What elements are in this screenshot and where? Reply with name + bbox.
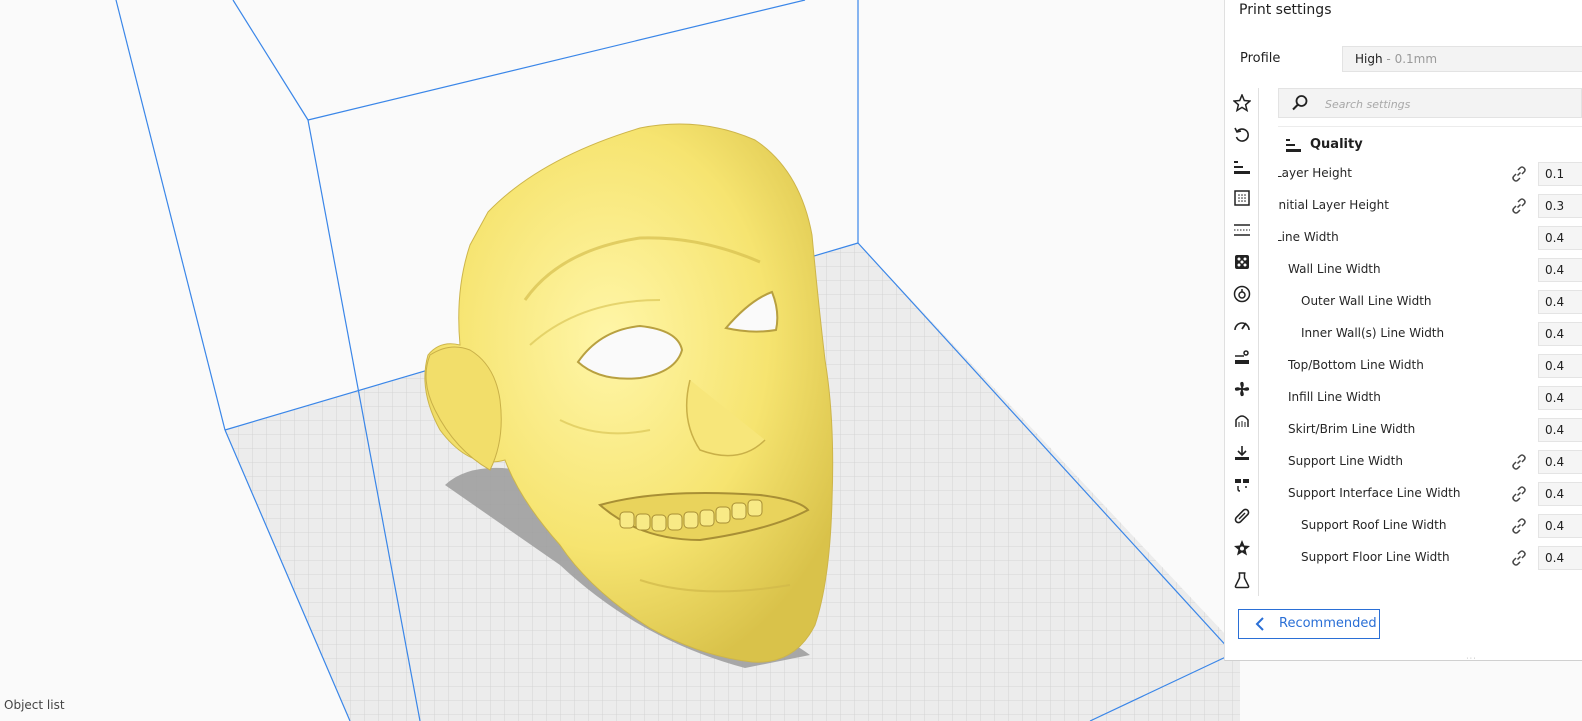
setting-label: Infill Line Width [1288,390,1381,404]
category-button-special-modes[interactable] [1226,534,1257,562]
setting-value-field[interactable]: 0.4 [1538,322,1582,346]
profile-value: High [1355,52,1383,66]
category-button-infill[interactable] [1226,248,1257,276]
setting-row[interactable]: Inner Wall(s) Line Width 0.4 [1278,319,1582,349]
star-icon [1232,94,1251,112]
quality-icon [1233,160,1250,174]
settings-list[interactable]: Quality Layer Height 0.1 Initial Layer Hei… [1278,126,1582,597]
search-icon [1292,95,1308,111]
walls-icon [1233,190,1250,207]
link-icon[interactable] [1510,165,1528,183]
category-button-undo[interactable] [1226,121,1257,149]
setting-value-field[interactable]: 0.1 [1538,162,1582,186]
setting-category-icons [1226,88,1259,596]
search-input[interactable] [1323,93,1577,115]
link-icon[interactable] [1510,485,1528,503]
category-button-mesh-fixes[interactable] [1226,502,1257,530]
setting-value-field[interactable]: 0.4 [1538,226,1582,250]
setting-row[interactable]: Outer Wall Line Width 0.4 [1278,287,1582,317]
category-button-material[interactable] [1226,280,1257,308]
link-icon[interactable] [1510,453,1528,471]
recommended-button[interactable]: Recommended [1238,609,1380,639]
support-icon [1234,415,1249,427]
mesh-fixes-icon [1234,509,1249,524]
profile-label: Profile [1240,51,1281,66]
setting-label: Initial Layer Height [1278,198,1389,212]
setting-label: Outer Wall Line Width [1301,294,1432,308]
setting-row[interactable]: Support Floor Line Width 0.4 [1278,543,1582,573]
speed-icon [1233,321,1250,330]
setting-value-field[interactable]: 0.4 [1538,258,1582,282]
setting-value-field[interactable]: 0.4 [1538,290,1582,314]
category-button-speed[interactable] [1226,312,1257,340]
category-button-walls[interactable] [1226,184,1257,212]
category-header-quality[interactable]: Quality [1278,131,1582,159]
setting-row[interactable]: Initial Layer Height 0.3 [1278,191,1582,221]
category-button-star[interactable] [1226,89,1257,117]
setting-row[interactable]: Skirt/Brim Line Width 0.4 [1278,415,1582,445]
setting-value-field[interactable]: 0.4 [1538,482,1582,506]
recommended-label: Recommended [1279,616,1377,631]
setting-label: Layer Height [1278,166,1352,180]
setting-label: Support Floor Line Width [1301,550,1450,564]
search-settings-box[interactable] [1278,88,1582,118]
setting-value-field[interactable]: 0.4 [1538,546,1582,570]
category-label: Quality [1310,137,1363,152]
setting-row[interactable]: Top/Bottom Line Width 0.4 [1278,351,1582,381]
experimental-icon [1234,572,1249,589]
special-modes-icon [1233,540,1250,556]
setting-row[interactable]: Wall Line Width 0.4 [1278,255,1582,285]
setting-label: Support Interface Line Width [1288,486,1461,500]
link-icon[interactable] [1510,517,1528,535]
setting-row[interactable]: Support Roof Line Width 0.4 [1278,511,1582,541]
resize-grip[interactable]: ⋅⋅⋅ [1466,654,1477,663]
category-button-travel[interactable] [1226,343,1257,371]
setting-value-field[interactable]: 0.4 [1538,386,1582,410]
setting-row[interactable]: Layer Height 0.1 [1278,159,1582,189]
setting-value-field[interactable]: 0.4 [1538,514,1582,538]
setting-label: Wall Line Width [1288,262,1381,276]
setting-row[interactable]: Line Width 0.4 [1278,223,1582,253]
object-list-toggle[interactable]: Object list [4,698,65,712]
setting-label: Support Roof Line Width [1301,518,1447,532]
setting-row[interactable]: Infill Line Width 0.4 [1278,383,1582,413]
setting-label: Line Width [1278,230,1339,244]
category-button-adhesion[interactable] [1226,439,1257,467]
infill-icon [1234,255,1249,269]
profile-row: Profile High - 0.1mm [1225,42,1582,76]
setting-row[interactable]: Support Interface Line Width 0.4 [1278,479,1582,509]
link-icon[interactable] [1510,549,1528,567]
category-button-top-bottom[interactable] [1226,216,1257,244]
panel-title: Print settings [1239,2,1332,18]
setting-row[interactable]: Support Line Width 0.4 [1278,447,1582,477]
category-button-experimental[interactable] [1226,566,1257,594]
category-button-cooling[interactable] [1226,375,1257,403]
setting-label: Support Line Width [1288,454,1403,468]
cooling-icon [1234,382,1249,397]
category-button-quality[interactable] [1226,153,1257,181]
adhesion-icon [1234,445,1249,460]
undo-icon [1233,127,1249,142]
profile-detail: - 0.1mm [1386,52,1438,66]
link-icon[interactable] [1510,197,1528,215]
material-icon [1233,285,1250,303]
setting-value-field[interactable]: 0.4 [1538,354,1582,378]
category-button-support[interactable] [1226,407,1257,435]
setting-value-field[interactable]: 0.4 [1538,450,1582,474]
dual-extrusion-icon [1234,478,1249,492]
setting-value-field[interactable]: 0.4 [1538,418,1582,442]
top-bottom-icon [1233,224,1250,236]
quality-icon [1286,139,1301,152]
chevron-left-icon [1255,617,1264,631]
setting-value-field[interactable]: 0.3 [1538,194,1582,218]
travel-icon [1234,350,1249,365]
setting-label: Inner Wall(s) Line Width [1301,326,1445,340]
setting-label: Skirt/Brim Line Width [1288,422,1416,436]
profile-dropdown[interactable]: High - 0.1mm [1342,46,1582,72]
setting-label: Top/Bottom Line Width [1288,358,1424,372]
category-button-dual-extrusion[interactable] [1226,471,1257,499]
